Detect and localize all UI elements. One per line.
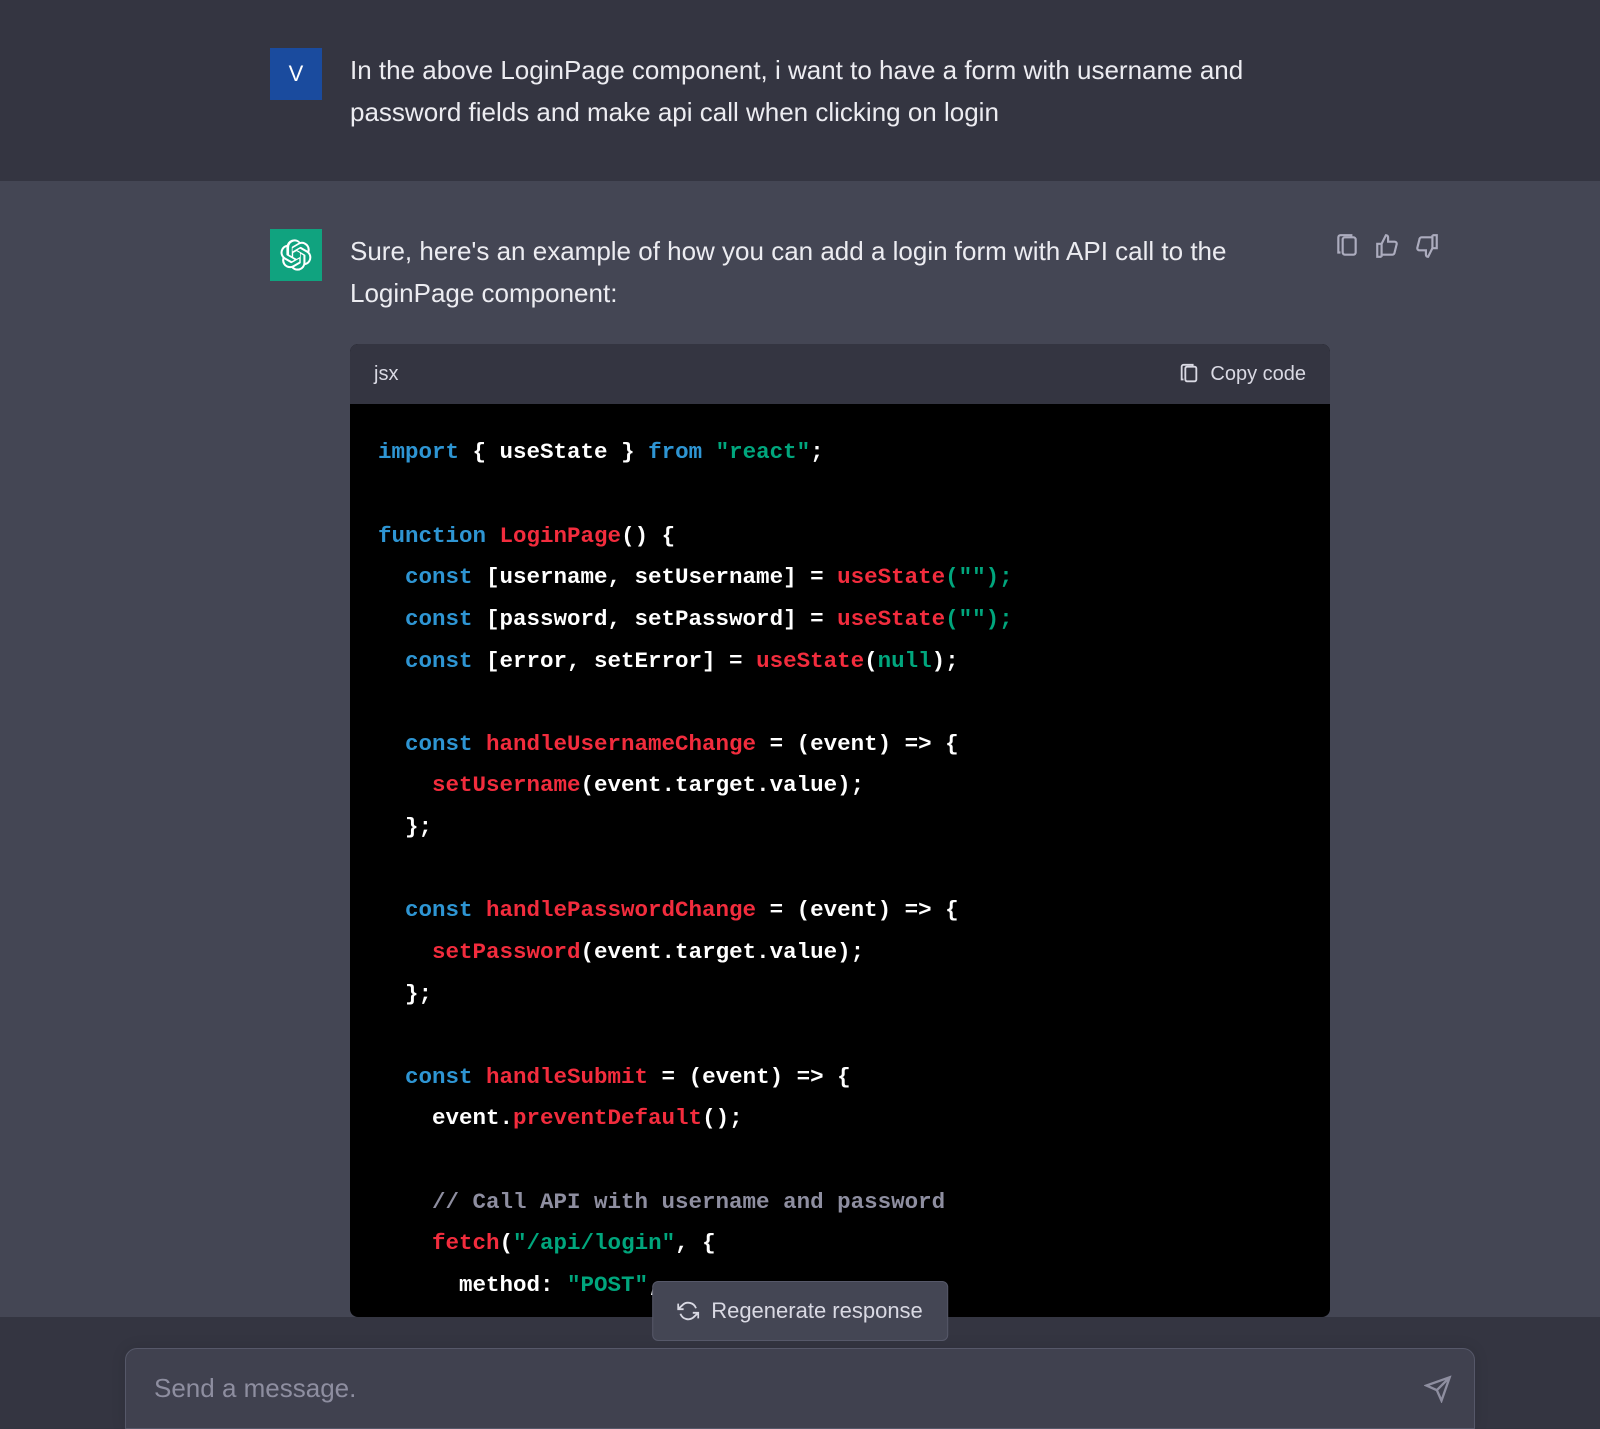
input-area [125,1348,1475,1429]
messages-list: V In the above LoginPage component, i wa… [0,0,1600,1429]
code-header: jsx Copy code [350,344,1330,404]
assistant-intro-text: Sure, here's an example of how you can a… [350,231,1330,314]
message-input[interactable] [154,1373,1414,1404]
clipboard-icon [1178,363,1200,385]
regenerate-label: Regenerate response [711,1298,923,1324]
regenerate-icon [677,1300,699,1322]
message-actions [1334,233,1440,259]
copy-message-icon[interactable] [1334,233,1360,259]
copy-code-label: Copy code [1210,363,1306,386]
copy-code-button[interactable]: Copy code [1178,363,1306,386]
thumbs-up-icon[interactable] [1374,233,1400,259]
openai-logo-icon [280,239,312,271]
send-icon[interactable] [1424,1375,1452,1403]
code-language-label: jsx [374,358,398,390]
user-avatar: V [270,48,322,100]
user-avatar-initial: V [289,61,304,87]
code-block: jsx Copy code import { useState } from "… [350,344,1330,1316]
chat-container: V In the above LoginPage component, i wa… [0,0,1600,1429]
message-input-box[interactable] [125,1348,1475,1429]
code-content[interactable]: import { useState } from "react"; functi… [350,404,1330,1316]
user-message-text: In the above LoginPage component, i want… [350,48,1330,133]
assistant-message-content: Sure, here's an example of how you can a… [350,229,1330,1316]
assistant-message: Sure, here's an example of how you can a… [0,181,1600,1316]
user-message-inner: V In the above LoginPage component, i wa… [270,48,1330,133]
assistant-message-inner: Sure, here's an example of how you can a… [270,229,1330,1316]
regenerate-response-button[interactable]: Regenerate response [652,1281,948,1341]
user-message: V In the above LoginPage component, i wa… [0,0,1600,181]
thumbs-down-icon[interactable] [1414,233,1440,259]
assistant-avatar [270,229,322,281]
